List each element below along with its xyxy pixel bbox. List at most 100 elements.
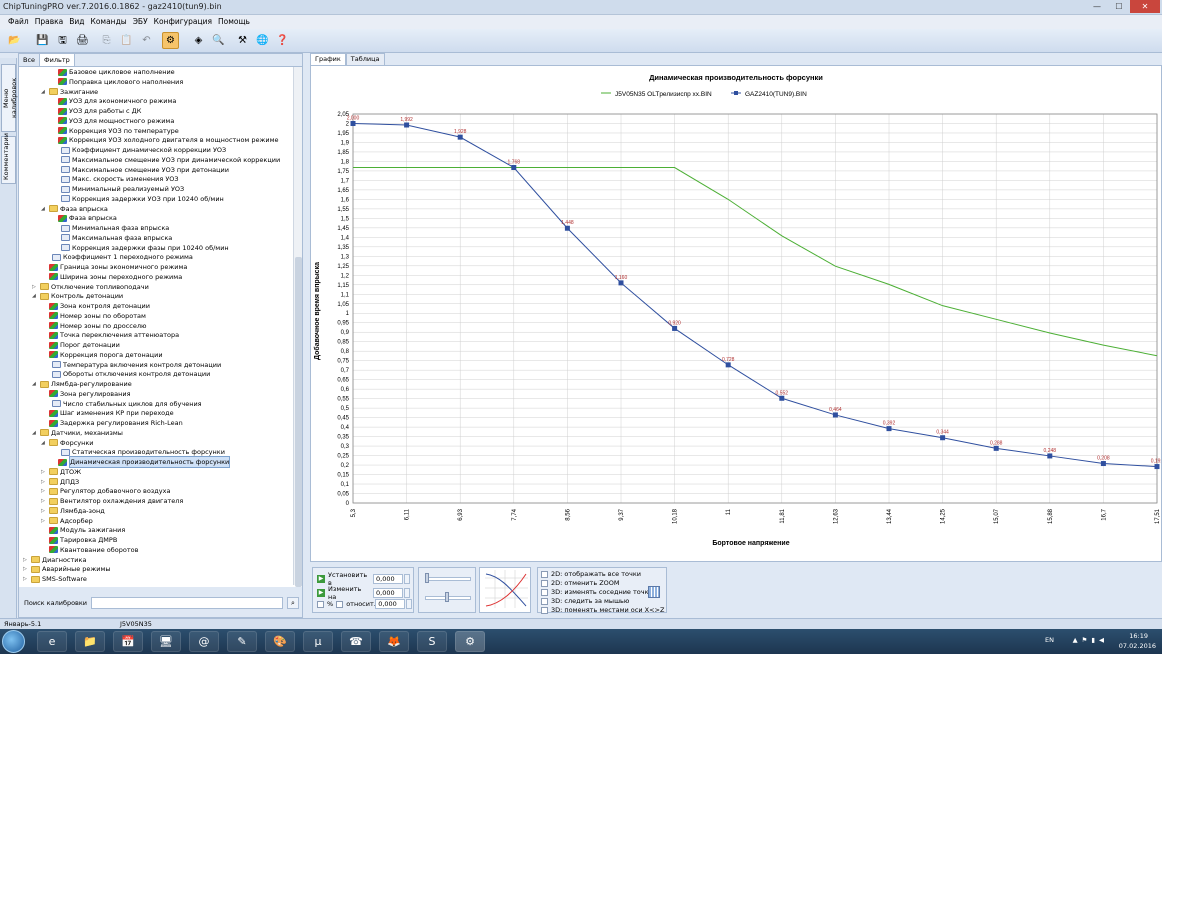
option-swap-axes-checkbox[interactable] xyxy=(541,606,548,614)
tree-item[interactable]: ▷ Аварийные режимы xyxy=(23,564,111,574)
tree-item[interactable]: ▷ Лямбда-зонд xyxy=(41,506,105,516)
menu-commands[interactable]: Команды xyxy=(91,15,127,29)
copy-icon[interactable]: ⎘ xyxy=(98,32,115,49)
tree-item[interactable]: ◢ Фаза впрыска xyxy=(41,204,108,214)
utorrent-icon[interactable]: µ xyxy=(303,631,333,652)
tree-item[interactable]: Номер зоны по оборотам xyxy=(41,311,146,321)
side-tab-calibrations[interactable]: Меню калибровок xyxy=(1,64,18,132)
firefox-icon[interactable]: 🦊 xyxy=(379,631,409,652)
tree-item[interactable]: Коррекция задержки УОЗ при 10240 об/мин xyxy=(50,194,224,204)
tree-item[interactable]: Фаза впрыска xyxy=(50,213,117,223)
tree-item[interactable]: УОЗ для мощностного режима xyxy=(50,116,174,126)
expand-arrow-icon[interactable]: ▷ xyxy=(41,477,48,487)
option-reset-zoom-checkbox[interactable] xyxy=(541,579,548,587)
tree-item[interactable]: Зона регулирования xyxy=(41,389,131,399)
tree-item[interactable]: Динамическая производительность форсунки xyxy=(50,456,231,468)
tree-item[interactable]: Ширина зоны переходного режима xyxy=(41,272,182,282)
maximize-button[interactable]: ☐ xyxy=(1108,0,1130,13)
tree-item[interactable]: Коррекция порога детонации xyxy=(41,350,163,360)
close-button[interactable]: ✕ xyxy=(1130,0,1160,13)
tree-item[interactable]: ◢ Лямбда-регулирование xyxy=(32,379,132,389)
search-button-icon[interactable]: ⌕ xyxy=(287,597,299,609)
tree-item[interactable]: Квантование оборотов xyxy=(41,545,138,555)
tree-item[interactable]: ◢ Форсунки xyxy=(41,438,94,448)
web-icon[interactable]: 🌐 xyxy=(254,32,271,49)
grid-view-icon[interactable] xyxy=(648,586,660,598)
tree-item[interactable]: ▷ Отключение топливоподачи xyxy=(32,282,149,292)
open-icon[interactable]: 📂 xyxy=(6,32,23,49)
tree-item[interactable]: ◢ Датчики, механизмы xyxy=(32,428,123,438)
chiptuning-task-icon[interactable]: ⚙ xyxy=(455,631,485,652)
tree-item[interactable]: Точка переключения аттенюатора xyxy=(41,330,179,340)
viber-icon[interactable]: ☎ xyxy=(341,631,371,652)
option-neighbor-points-checkbox[interactable] xyxy=(541,588,548,596)
print-icon[interactable]: 🖨 xyxy=(74,32,91,49)
collapse-arrow-icon[interactable]: ◢ xyxy=(32,428,39,438)
option-show-points-checkbox[interactable] xyxy=(541,570,548,578)
tree-item[interactable]: Коррекция УОЗ по температуре xyxy=(50,126,179,136)
tree-item[interactable]: Базовое цикловое наполнение xyxy=(50,67,175,77)
search-input[interactable] xyxy=(91,597,283,609)
tree-item[interactable]: Максимальное смещение УОЗ при динамическ… xyxy=(50,155,280,165)
curve-preview-icon[interactable] xyxy=(479,567,531,613)
expand-arrow-icon[interactable]: ▷ xyxy=(41,516,48,526)
clock-time[interactable]: 16:19 xyxy=(1129,632,1148,640)
menu-configuration[interactable]: Конфигурация xyxy=(154,15,212,29)
tree-item[interactable]: Граница зоны экономичного режима xyxy=(41,262,187,272)
expand-arrow-icon[interactable]: ▷ xyxy=(41,496,48,506)
menu-ecu[interactable]: ЭБУ xyxy=(133,15,148,29)
expand-arrow-icon[interactable]: ▷ xyxy=(41,467,48,477)
menu-view[interactable]: Вид xyxy=(69,15,84,29)
apply-change-icon[interactable]: ▶ xyxy=(317,589,325,597)
relative-checkbox[interactable] xyxy=(336,600,344,608)
slider-thumb-2[interactable] xyxy=(445,592,449,602)
percent-checkbox[interactable] xyxy=(317,600,324,608)
expand-arrow-icon[interactable]: ▷ xyxy=(41,486,48,496)
tree-item[interactable]: Модуль зажигания xyxy=(41,525,125,535)
save-as-icon[interactable]: 🖫 xyxy=(54,32,71,49)
language-indicator[interactable]: EN xyxy=(1045,636,1054,644)
tree-item[interactable]: ◢ Зажигание xyxy=(41,87,98,97)
tree-item[interactable]: Обороты отключения контроля детонации xyxy=(41,369,210,379)
undo-icon[interactable]: ↶ xyxy=(138,32,155,49)
tree-item[interactable]: Поправка циклового наполнения xyxy=(50,77,183,87)
tree-item[interactable]: ▷ ДТОЖ xyxy=(41,467,81,477)
tab-graph[interactable]: График xyxy=(310,53,346,65)
tree-item[interactable]: Макс. скорость изменения УОЗ xyxy=(50,174,179,184)
menu-help[interactable]: Помощь xyxy=(218,15,250,29)
navigate-icon[interactable]: ◈ xyxy=(190,32,207,49)
tree-item[interactable]: Минимальная фаза впрыска xyxy=(50,223,169,233)
pen-icon[interactable]: ✎ xyxy=(227,631,257,652)
tab-all[interactable]: Все xyxy=(19,54,41,66)
option-follow-mouse-checkbox[interactable] xyxy=(541,597,548,605)
change-value-spinner[interactable] xyxy=(404,588,410,598)
collapse-arrow-icon[interactable]: ◢ xyxy=(32,379,39,389)
tree-item[interactable]: Коэффициент 1 переходного режима xyxy=(41,252,193,262)
tree-item[interactable]: Коррекция УОЗ холодного двигателя в мощн… xyxy=(50,135,279,145)
side-tab-comments[interactable]: Комментарии xyxy=(1,133,16,184)
skype-icon[interactable]: S xyxy=(417,631,447,652)
expand-arrow-icon[interactable]: ▷ xyxy=(23,564,30,574)
tree-item[interactable]: Зона контроля детонации xyxy=(41,301,150,311)
menu-edit[interactable]: Правка xyxy=(35,15,64,29)
collapse-arrow-icon[interactable]: ◢ xyxy=(41,87,48,97)
change-value-input[interactable]: 0,000 xyxy=(373,588,403,598)
tree-item[interactable]: Минимальный реализуемый УОЗ xyxy=(50,184,184,194)
tree-item[interactable]: ◢ Контроль детонации xyxy=(32,291,123,301)
start-button-icon[interactable] xyxy=(2,630,25,653)
tree-item[interactable]: УОЗ для экономичного режима xyxy=(50,96,176,106)
tree-item[interactable]: ▷ Вентилятор охлаждения двигателя xyxy=(41,496,183,506)
relative-value-input[interactable]: 0,000 xyxy=(375,599,406,609)
tree-item[interactable]: ▷ Адсорбер xyxy=(41,516,93,526)
tree-item[interactable]: Задержка регулирования Rich-Lean xyxy=(41,418,183,428)
paste-icon[interactable]: 📋 xyxy=(118,32,135,49)
collapse-arrow-icon[interactable]: ◢ xyxy=(32,291,39,301)
tree-scrollbar[interactable] xyxy=(293,67,302,587)
expand-arrow-icon[interactable]: ▷ xyxy=(41,506,48,516)
mail-icon[interactable]: @ xyxy=(189,631,219,652)
ie-icon[interactable]: e xyxy=(37,631,67,652)
tree-item[interactable]: Шаг изменения КР при переходе xyxy=(41,408,174,418)
chart[interactable]: Динамическая производительность форсунки… xyxy=(311,66,1161,561)
tab-table[interactable]: Таблица xyxy=(345,53,385,65)
collapse-arrow-icon[interactable]: ◢ xyxy=(41,204,48,214)
